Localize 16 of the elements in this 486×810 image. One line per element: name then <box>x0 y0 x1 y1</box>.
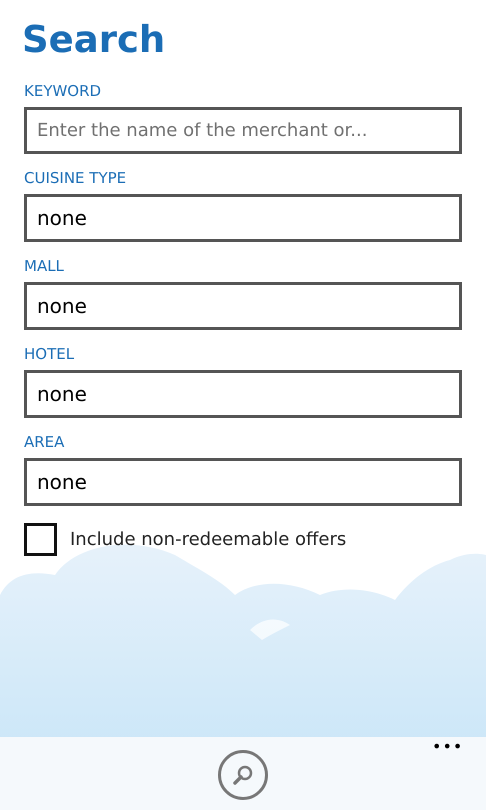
picker-field[interactable]: none <box>24 370 462 418</box>
keyword-field[interactable]: Enter the name of the merchant or... <box>24 107 462 154</box>
more-button[interactable]: ••• <box>432 739 464 755</box>
checkbox-label: Include non-redeemable offers <box>70 528 346 552</box>
search-button[interactable] <box>218 750 268 800</box>
picker-field[interactable]: none <box>24 194 462 242</box>
search-icon <box>231 763 255 787</box>
field-label: CUISINE TYPE <box>24 171 128 186</box>
field-label: KEYWORD <box>24 84 102 100</box>
field-label: HOTEL <box>24 347 76 362</box>
field-label: AREA <box>24 435 66 450</box>
checkbox[interactable] <box>24 523 57 556</box>
field-label: MALL <box>24 259 65 274</box>
picker-field[interactable]: none <box>24 282 462 330</box>
page-title: Search <box>22 18 166 62</box>
picker-field[interactable]: none <box>24 458 462 506</box>
